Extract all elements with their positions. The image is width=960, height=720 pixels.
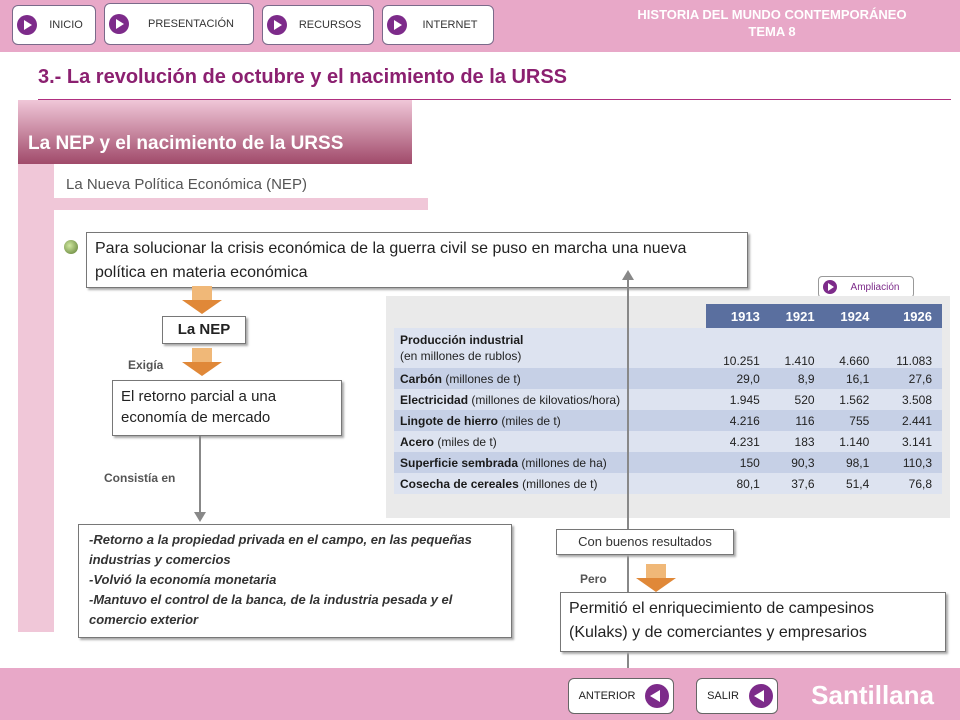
table-row: Cosecha de cereales (millones de t) 80,1… [394,473,942,494]
left-decorative-column [18,100,54,632]
table-cell: 3.508 [879,389,942,410]
table-cell: 8,9 [769,368,825,389]
nav-presentacion-button[interactable]: PRESENTACIÓN [104,3,254,45]
list-item: -Retorno a la propiedad privada en el ca… [89,532,472,567]
anterior-label: ANTERIOR [578,690,636,702]
table-row-label: Acero (miles de t) [394,431,706,452]
table-cell: 1.410 [769,328,825,368]
table-cell: 1.562 [824,389,880,410]
nav-inicio-label: INICIO [49,19,83,31]
salir-label: SALIR [707,690,739,702]
ampliacion-label: Ampliación [850,281,900,293]
nav-recursos-label: RECURSOS [298,19,362,31]
production-table: 1913 1921 1924 1926 Producción industria… [394,304,942,494]
exigia-label: Exigía [128,358,164,372]
table-cell: 4.660 [824,328,880,368]
table-cell: 51,4 [824,473,880,494]
section-subtitle: La Nueva Política Económica (NEP) [66,176,307,193]
table-cell: 76,8 [879,473,942,494]
table-cell: 80,1 [705,473,770,494]
table-row-label: Lingote de hierro (miles de t) [394,410,706,431]
table-row: Acero (miles de t) 4.231 183 1.140 3.141 [394,431,942,452]
bullet-icon [64,240,78,254]
table-cell: 4.216 [705,410,770,431]
list-item: -Volvió la economía monetaria [89,572,277,587]
course-title-line2: TEMA 8 [748,24,796,39]
resultados-box: Con buenos resultados [556,529,734,555]
table-cell: 2.441 [879,410,942,431]
connector-line [199,436,201,516]
table-cell: 183 [769,431,825,452]
pero-label: Pero [580,572,607,586]
consistia-label: Consistía en [104,471,176,485]
table-cell: 4.231 [705,431,770,452]
play-arrow-icon [387,15,407,35]
list-item: -Mantuvo el control de la banca, de la i… [89,592,453,627]
table-row: Carbón (millones de t) 29,0 8,9 16,1 27,… [394,368,942,389]
nav-internet-button[interactable]: INTERNET [382,5,494,45]
play-arrow-icon [109,14,129,34]
nep-label-box: La NEP [162,316,246,344]
table-cell: 90,3 [769,452,825,473]
table-cell: 116 [769,410,825,431]
permitio-text-box: Permitió el enriquecimiento de campesino… [560,592,946,652]
table-header-year: 1926 [879,304,942,328]
table-row: Electricidad (millones de kilovatios/hor… [394,389,942,410]
table-row-label: Carbón (millones de t) [394,368,706,389]
table-header-year: 1924 [824,304,880,328]
table-cell: 16,1 [824,368,880,389]
table-row-label: Superficie sembrada (millones de ha) [394,452,706,473]
table-row: Producción industrial (en millones de rub… [394,328,942,368]
table-row: Lingote de hierro (miles de t) 4.216 116… [394,410,942,431]
production-table-image: 1913 1921 1924 1926 Producción industria… [386,296,950,518]
connector-arrowhead-icon [622,270,634,280]
back-arrow-icon [749,684,773,708]
table-cell: 1.945 [705,389,770,410]
play-arrow-icon [267,15,287,35]
table-cell: 755 [824,410,880,431]
table-cell: 150 [705,452,770,473]
back-arrow-icon [645,684,669,708]
nep-measures-list: -Retorno a la propiedad privada en el ca… [78,524,512,638]
table-header-year: 1921 [769,304,825,328]
nav-inicio-button[interactable]: INICIO [12,5,96,45]
course-title-line1: HISTORIA DEL MUNDO CONTEMPORÁNEO [637,7,907,22]
salir-button[interactable]: SALIR [696,678,778,714]
nav-internet-label: INTERNET [422,19,478,31]
table-cell: 1.140 [824,431,880,452]
section-title: La NEP y el nacimiento de la URSS [28,133,344,154]
table-row-label: Producción industrial (en millones de rub… [394,328,706,368]
table-cell: 11.083 [879,328,942,368]
table-cell: 520 [769,389,825,410]
table-cell: 98,1 [824,452,880,473]
page-title: 3.- La revolución de octubre y el nacimi… [38,66,568,88]
nav-presentacion-label: PRESENTACIÓN [148,18,234,30]
anterior-button[interactable]: ANTERIOR [568,678,674,714]
table-cell: 37,6 [769,473,825,494]
santillana-logo: Santillana [811,680,934,710]
connector-arrowhead-icon [194,512,206,522]
down-arrow-icon [182,348,222,378]
course-title: HISTORIA DEL MUNDO CONTEMPORÁNEO TEMA 8 [602,6,942,40]
table-cell: 27,6 [879,368,942,389]
nav-recursos-button[interactable]: RECURSOS [262,5,374,45]
vertical-connector-line [627,272,629,720]
ampliacion-button[interactable]: Ampliación [818,276,914,298]
table-cell: 110,3 [879,452,942,473]
down-arrow-icon [182,286,222,316]
subtitle-underline-bar [54,198,428,210]
table-row-label: Cosecha de cereales (millones de t) [394,473,706,494]
play-arrow-icon [17,15,37,35]
table-cell: 10.251 [705,328,770,368]
table-row: Superficie sembrada (millones de ha) 150… [394,452,942,473]
retorno-text-box: El retorno parcial a una economía de mer… [112,380,342,436]
play-arrow-icon [823,280,837,294]
table-header-year: 1913 [705,304,770,328]
down-arrow-icon [636,564,676,594]
table-corner [394,304,706,328]
table-cell: 3.141 [879,431,942,452]
table-cell: 29,0 [705,368,770,389]
intro-text-box: Para solucionar la crisis económica de l… [86,232,748,288]
table-row-label: Electricidad (millones de kilovatios/hor… [394,389,706,410]
